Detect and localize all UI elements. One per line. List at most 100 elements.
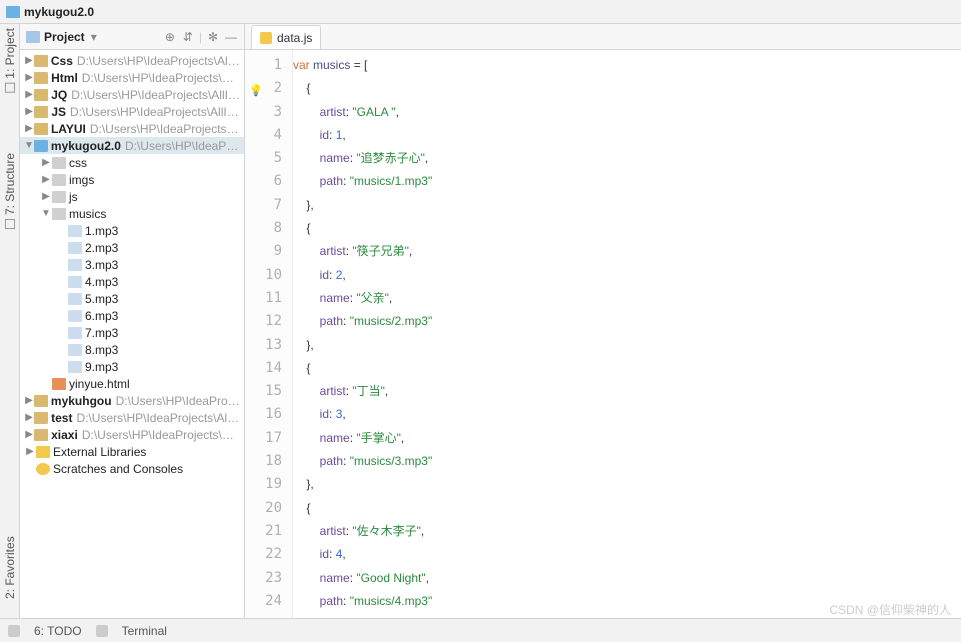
- code-line[interactable]: name: "父亲",: [293, 287, 961, 310]
- twist-icon[interactable]: ▶: [24, 89, 34, 100]
- code-line[interactable]: },: [293, 473, 961, 496]
- twist-icon[interactable]: ▶: [24, 446, 36, 457]
- line-number: 12: [245, 310, 292, 333]
- hide-icon[interactable]: —: [224, 30, 238, 44]
- twist-icon[interactable]: ▼: [24, 140, 34, 151]
- tree-node[interactable]: 5.mp3: [20, 290, 244, 307]
- code-line[interactable]: name: "追梦赤子心",: [293, 147, 961, 170]
- tree-node[interactable]: ▶js: [20, 188, 244, 205]
- tree-node[interactable]: 3.mp3: [20, 256, 244, 273]
- code-line[interactable]: path: "musics/4.mp3": [293, 590, 961, 613]
- tree-node[interactable]: 8.mp3: [20, 341, 244, 358]
- line-number: 10: [245, 264, 292, 287]
- twist-icon[interactable]: ▶: [24, 55, 34, 66]
- folder-dim-icon: [52, 174, 66, 186]
- status-terminal[interactable]: Terminal: [122, 624, 167, 638]
- twist-icon[interactable]: ▶: [24, 123, 34, 134]
- code-line[interactable]: {: [293, 357, 961, 380]
- code-line[interactable]: var musics = [: [293, 54, 961, 77]
- node-name: 8.mp3: [85, 343, 118, 357]
- twist-icon[interactable]: ▶: [24, 395, 34, 406]
- code-line[interactable]: {: [293, 77, 961, 100]
- tree-node[interactable]: ▶External Libraries: [20, 443, 244, 460]
- status-bar: 6: TODO Terminal: [0, 618, 961, 642]
- code-line[interactable]: {: [293, 497, 961, 520]
- code-line[interactable]: path: "musics/3.mp3": [293, 450, 961, 473]
- node-path: D:\Users\HP\IdeaProjects\AllIn_Web\: [71, 88, 240, 102]
- tree-node[interactable]: ▶xiaxiD:\Users\HP\IdeaProjects\AllIn_We: [20, 426, 244, 443]
- twist-icon[interactable]: ▶: [24, 72, 34, 83]
- sidebar-tab-project[interactable]: 1: Project: [3, 28, 17, 93]
- node-name: musics: [69, 207, 106, 221]
- tree-node[interactable]: 6.mp3: [20, 307, 244, 324]
- project-icon: [26, 31, 40, 43]
- folder-icon: [34, 106, 48, 118]
- code-editor[interactable]: 123456789101112131415161718192021222324 …: [245, 50, 961, 618]
- tree-node[interactable]: Scratches and Consoles: [20, 460, 244, 477]
- tree-node[interactable]: 1.mp3: [20, 222, 244, 239]
- node-name: LAYUI: [51, 122, 86, 136]
- code-line[interactable]: artist: "佐々木李子",: [293, 520, 961, 543]
- folder-icon: [34, 429, 48, 441]
- sidebar-tab-structure[interactable]: 7: Structure: [3, 153, 17, 229]
- twist-icon[interactable]: ▼: [40, 208, 52, 219]
- code-content[interactable]: var musics = [ { artist: "GALA ", id: 1,…: [293, 50, 961, 618]
- code-line[interactable]: id: 1,: [293, 124, 961, 147]
- twist-icon[interactable]: ▶: [40, 157, 52, 168]
- code-line[interactable]: },: [293, 334, 961, 357]
- tree-node[interactable]: yinyue.html: [20, 375, 244, 392]
- node-name: yinyue.html: [69, 377, 130, 391]
- code-line[interactable]: artist: "GALA ",: [293, 101, 961, 124]
- code-line[interactable]: id: 2,: [293, 264, 961, 287]
- code-line[interactable]: id: 4,: [293, 543, 961, 566]
- tree-node[interactable]: ▶mykuhgouD:\Users\HP\IdeaProjects\Al: [20, 392, 244, 409]
- line-number: 11: [245, 287, 292, 310]
- twist-icon[interactable]: ▶: [24, 429, 34, 440]
- node-name: JQ: [51, 88, 67, 102]
- twist-icon[interactable]: ▶: [24, 412, 34, 423]
- tree-node[interactable]: ▶ JQ D:\Users\HP\IdeaProjects\AllIn_Web\: [20, 86, 244, 103]
- project-tree[interactable]: ▶CssD:\Users\HP\IdeaProjects\AllIn_Web\▶…: [20, 50, 244, 618]
- twist-icon[interactable]: ▶: [24, 106, 34, 117]
- twist-icon[interactable]: ▶: [40, 191, 52, 202]
- node-name: 5.mp3: [85, 292, 118, 306]
- code-line[interactable]: artist: "筷子兄弟",: [293, 240, 961, 263]
- tree-node[interactable]: ▶JSD:\Users\HP\IdeaProjects\AllIn_Web\: [20, 103, 244, 120]
- tree-node[interactable]: 9.mp3: [20, 358, 244, 375]
- tab-data-js[interactable]: data.js: [251, 25, 321, 49]
- target-icon[interactable]: ⊕: [163, 30, 177, 44]
- line-number: 9: [245, 240, 292, 263]
- code-line[interactable]: name: "手掌心",: [293, 427, 961, 450]
- tree-node[interactable]: 2.mp3: [20, 239, 244, 256]
- line-number: 2: [245, 77, 292, 100]
- code-line[interactable]: {: [293, 217, 961, 240]
- code-line[interactable]: path: "musics/2.mp3": [293, 310, 961, 333]
- collapse-icon[interactable]: ⇵: [181, 30, 195, 44]
- code-line[interactable]: path: "musics/1.mp3": [293, 170, 961, 193]
- tree-node[interactable]: ▶ imgs: [20, 171, 244, 188]
- node-name: 9.mp3: [85, 360, 118, 374]
- tree-node[interactable]: 4.mp3: [20, 273, 244, 290]
- tree-node[interactable]: 7.mp3: [20, 324, 244, 341]
- gear-icon[interactable]: ✻: [206, 30, 220, 44]
- status-todo[interactable]: 6: TODO: [34, 624, 82, 638]
- twist-icon[interactable]: ▶: [40, 174, 52, 185]
- tree-node[interactable]: ▼ musics: [20, 205, 244, 222]
- code-line[interactable]: },: [293, 194, 961, 217]
- node-name: imgs: [69, 173, 94, 187]
- mp3-icon: [68, 293, 82, 305]
- project-panel-label[interactable]: Project: [44, 30, 85, 44]
- code-line[interactable]: id: 3,: [293, 403, 961, 426]
- tree-node[interactable]: ▶css: [20, 154, 244, 171]
- code-line[interactable]: name: "Good Night",: [293, 567, 961, 590]
- tree-node[interactable]: ▼mykugou2.0D:\Users\HP\IdeaProjects\: [20, 137, 244, 154]
- code-line[interactable]: artist: "丁当",: [293, 380, 961, 403]
- tree-node[interactable]: ▶testD:\Users\HP\IdeaProjects\AllIn_Web: [20, 409, 244, 426]
- sidebar-tab-favorites[interactable]: 2: Favorites: [0, 518, 20, 618]
- chevron-down-icon[interactable]: ▾: [91, 30, 97, 44]
- tree-node[interactable]: ▶HtmlD:\Users\HP\IdeaProjects\AllIn_We: [20, 69, 244, 86]
- project-panel-header: Project ▾ ⊕ ⇵ | ✻ —: [20, 24, 244, 50]
- tree-node[interactable]: ▶CssD:\Users\HP\IdeaProjects\AllIn_Web\: [20, 52, 244, 69]
- node-path: D:\Users\HP\IdeaProjects\AllIn_Web: [76, 411, 240, 425]
- tree-node[interactable]: ▶LAYUID:\Users\HP\IdeaProjects\AllIn_W: [20, 120, 244, 137]
